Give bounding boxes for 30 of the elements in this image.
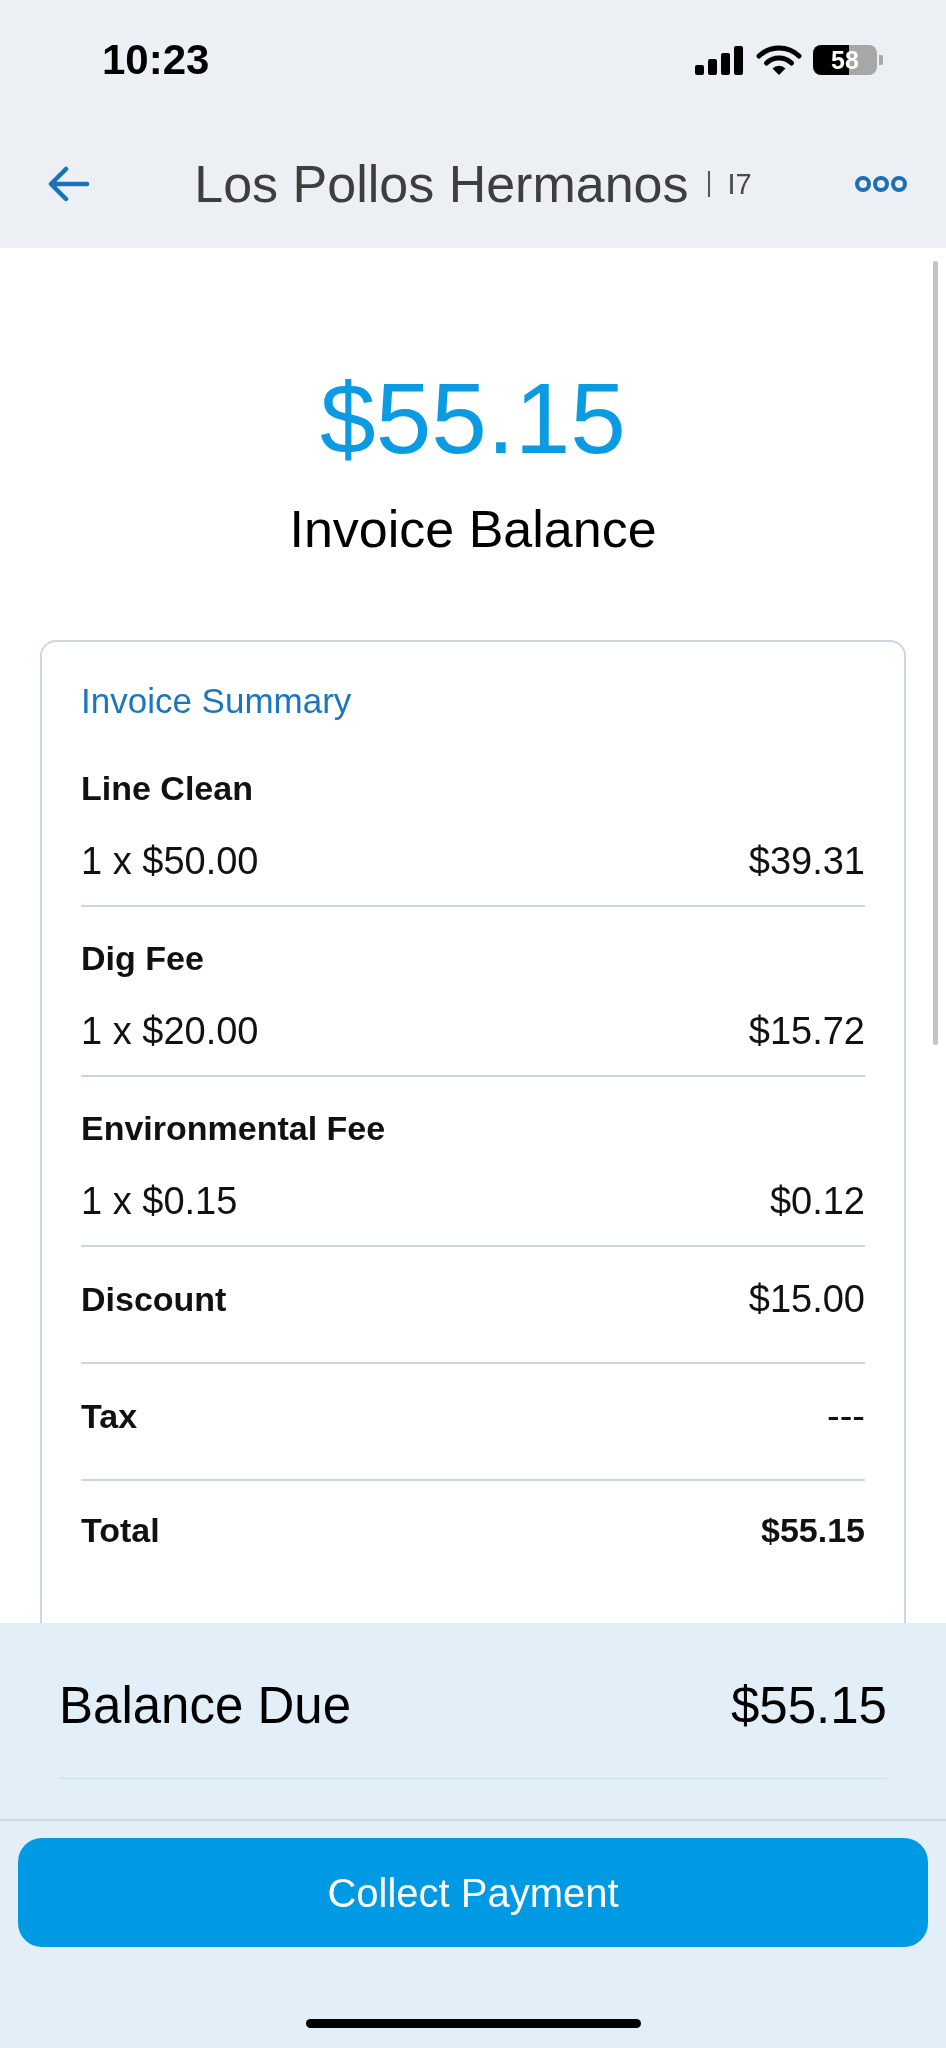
page-title: Los Pollos Hermanos <box>194 158 689 210</box>
more-icon <box>855 175 907 193</box>
balance-due-value: $55.15 <box>731 1679 887 1731</box>
total-value: $55.15 <box>761 1513 865 1547</box>
total-label: Total <box>81 1513 160 1547</box>
summary-label: Discount <box>81 1282 227 1316</box>
item-quantity-price: 1 x $20.00 <box>81 1012 259 1050</box>
balance-due-label: Balance Due <box>59 1679 352 1731</box>
title-code: I7 <box>727 169 752 199</box>
summary-value: --- <box>827 1397 865 1435</box>
summary-value: $15.00 <box>748 1280 865 1318</box>
item-quantity-price: 1 x $0.15 <box>81 1182 238 1220</box>
signal-icon <box>695 45 745 75</box>
item-amount: $39.31 <box>748 842 865 880</box>
back-button[interactable] <box>47 166 89 202</box>
item-amount: $0.12 <box>769 1182 865 1220</box>
balance-amount: $55.15 <box>320 368 626 468</box>
item-name: Environmental Fee <box>81 1111 386 1145</box>
item-quantity-price: 1 x $50.00 <box>81 842 259 880</box>
wifi-icon <box>756 45 802 75</box>
summary-title: Invoice Summary <box>81 682 352 718</box>
back-arrow-icon <box>47 166 89 202</box>
status-time: 10:23 <box>102 39 210 81</box>
item-amount: $15.72 <box>748 1012 865 1050</box>
item-name: Line Clean <box>81 771 253 805</box>
item-name: Dig Fee <box>81 941 204 975</box>
more-options-button[interactable] <box>855 175 907 193</box>
summary-label: Tax <box>81 1399 138 1433</box>
balance-label: Invoice Balance <box>289 503 657 555</box>
collect-payment-button[interactable]: Collect Payment <box>18 1838 928 1947</box>
